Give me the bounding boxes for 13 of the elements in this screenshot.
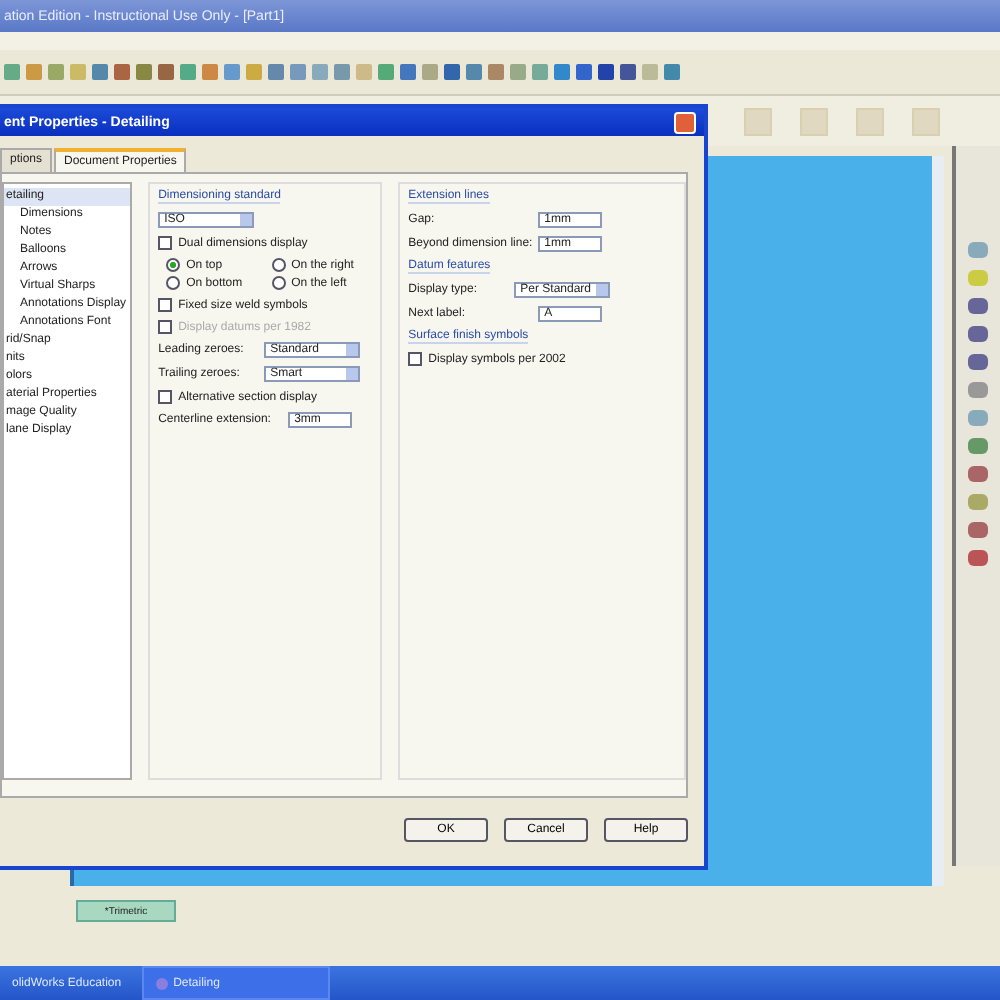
close-button[interactable] (674, 111, 696, 133)
command-icon[interactable] (800, 107, 828, 135)
checkbox[interactable] (158, 236, 173, 250)
radio-button[interactable] (166, 276, 181, 290)
command-icon[interactable] (744, 107, 772, 135)
checkbox[interactable] (158, 390, 173, 404)
radio-button[interactable] (166, 258, 181, 272)
command-icon[interactable] (856, 107, 884, 135)
radio-button[interactable] (271, 276, 286, 290)
checkbox[interactable] (408, 352, 423, 366)
checkbox[interactable] (158, 298, 173, 312)
command-icon[interactable] (912, 107, 940, 135)
radio-button[interactable] (271, 258, 286, 272)
